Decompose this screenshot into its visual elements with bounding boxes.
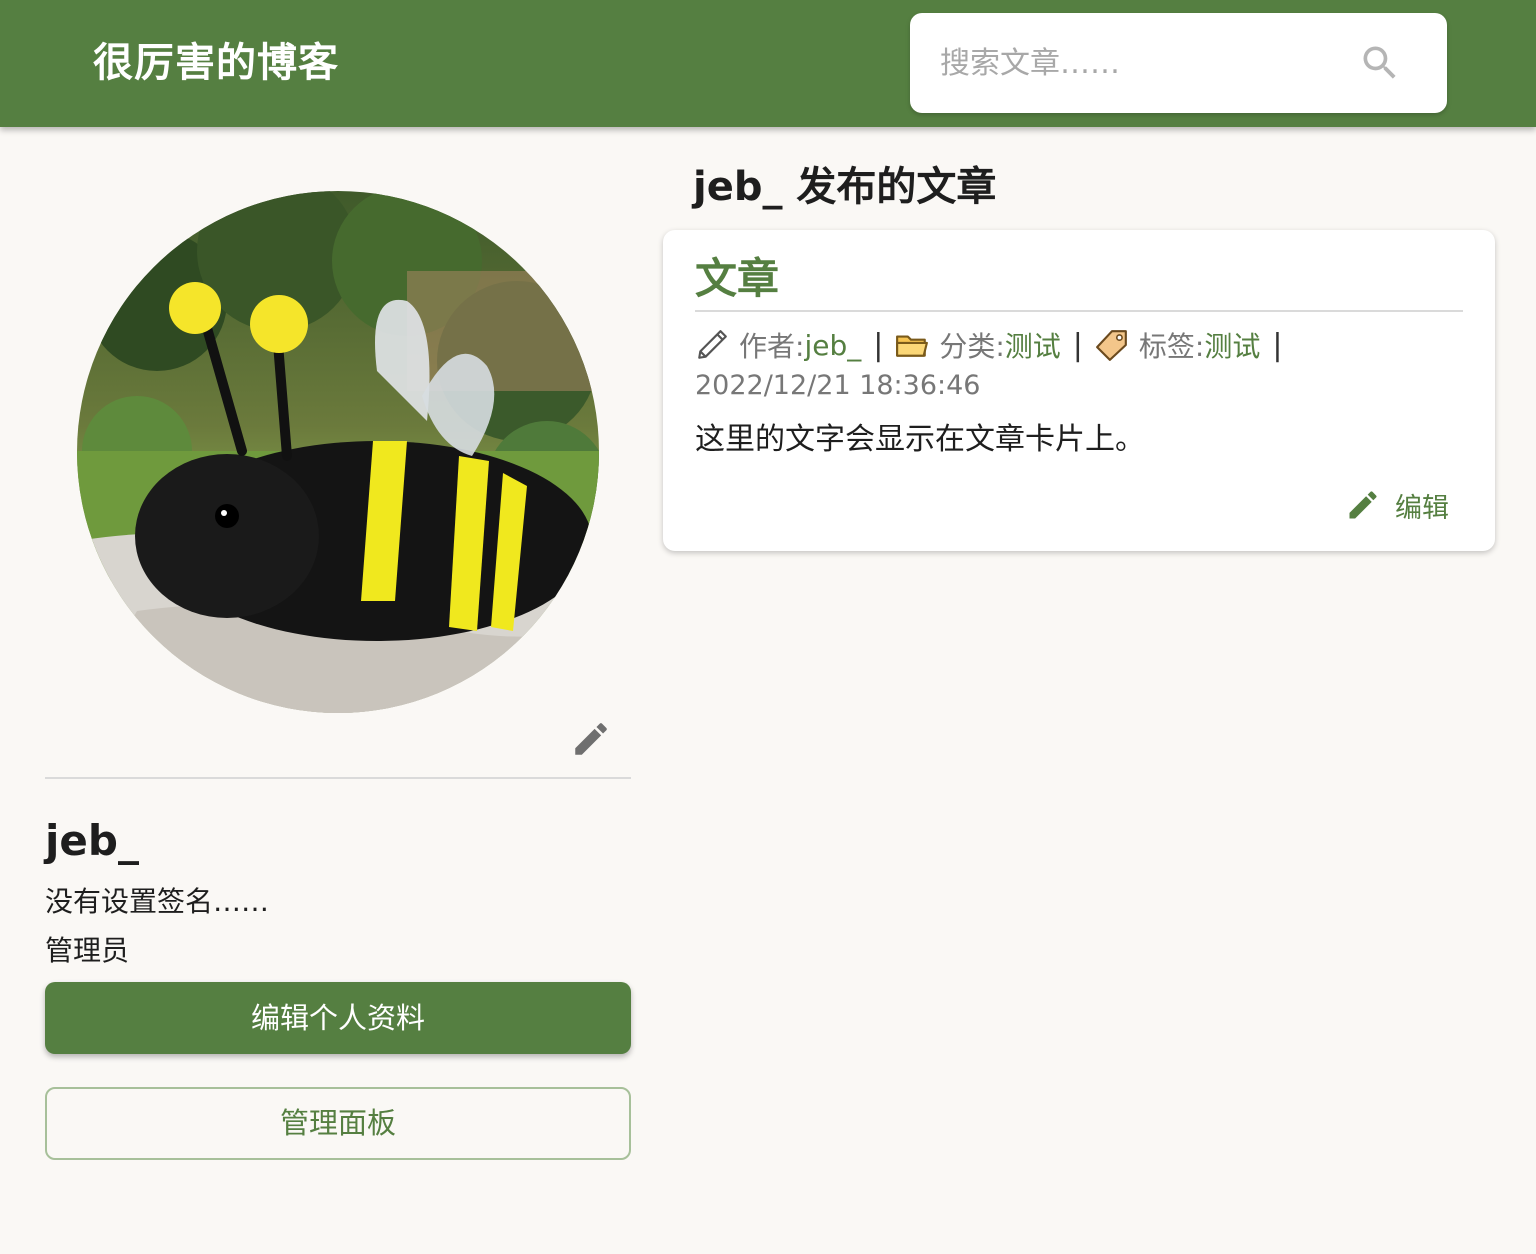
meta-separator: | bbox=[873, 327, 884, 363]
category-label: 分类: bbox=[939, 330, 1005, 363]
avatar bbox=[77, 191, 599, 713]
profile-divider bbox=[45, 777, 631, 779]
author-label: 作者: bbox=[739, 330, 805, 363]
pencil-icon bbox=[698, 330, 727, 359]
card-divider bbox=[695, 310, 1463, 312]
profile-signature: 没有设置签名…… bbox=[45, 885, 270, 918]
site-title[interactable]: 很厉害的博客 bbox=[93, 38, 339, 88]
posts-heading: jeb_ 发布的文章 bbox=[693, 164, 997, 210]
top-app-bar: 很厉害的博客 bbox=[0, 0, 1536, 127]
post-card[interactable]: 文章 作者: jeb_ | 分类: 测试 | 标签: 测试 | 2022/12/… bbox=[663, 230, 1495, 551]
search-icon[interactable] bbox=[1358, 41, 1402, 85]
profile-username: jeb_ bbox=[45, 816, 139, 865]
post-edit-label: 编辑 bbox=[1395, 492, 1449, 524]
avatar-image bbox=[77, 191, 599, 713]
post-edit-button[interactable]: 编辑 bbox=[1345, 485, 1449, 525]
post-title[interactable]: 文章 bbox=[695, 253, 779, 305]
tag-link[interactable]: 测试 bbox=[1204, 325, 1260, 365]
post-meta: 作者: jeb_ | 分类: 测试 | 标签: 测试 | bbox=[695, 325, 1294, 365]
meta-separator: | bbox=[1072, 327, 1083, 363]
tag-icon bbox=[1095, 330, 1127, 361]
avatar-edit-icon[interactable] bbox=[570, 718, 612, 760]
folder-icon bbox=[896, 335, 929, 357]
meta-separator: | bbox=[1272, 327, 1283, 363]
edit-profile-button[interactable]: 编辑个人资料 bbox=[45, 982, 631, 1054]
search-input[interactable] bbox=[940, 37, 1360, 89]
admin-panel-button[interactable]: 管理面板 bbox=[45, 1087, 631, 1160]
post-date: 2022/12/21 18:36:46 bbox=[695, 370, 981, 401]
category-link[interactable]: 测试 bbox=[1005, 325, 1061, 365]
edit-icon bbox=[1349, 491, 1377, 519]
post-excerpt: 这里的文字会显示在文章卡片上。 bbox=[695, 422, 1145, 457]
author-link[interactable]: jeb_ bbox=[804, 329, 861, 362]
tag-label: 标签: bbox=[1138, 330, 1205, 363]
profile-role: 管理员 bbox=[45, 934, 130, 967]
